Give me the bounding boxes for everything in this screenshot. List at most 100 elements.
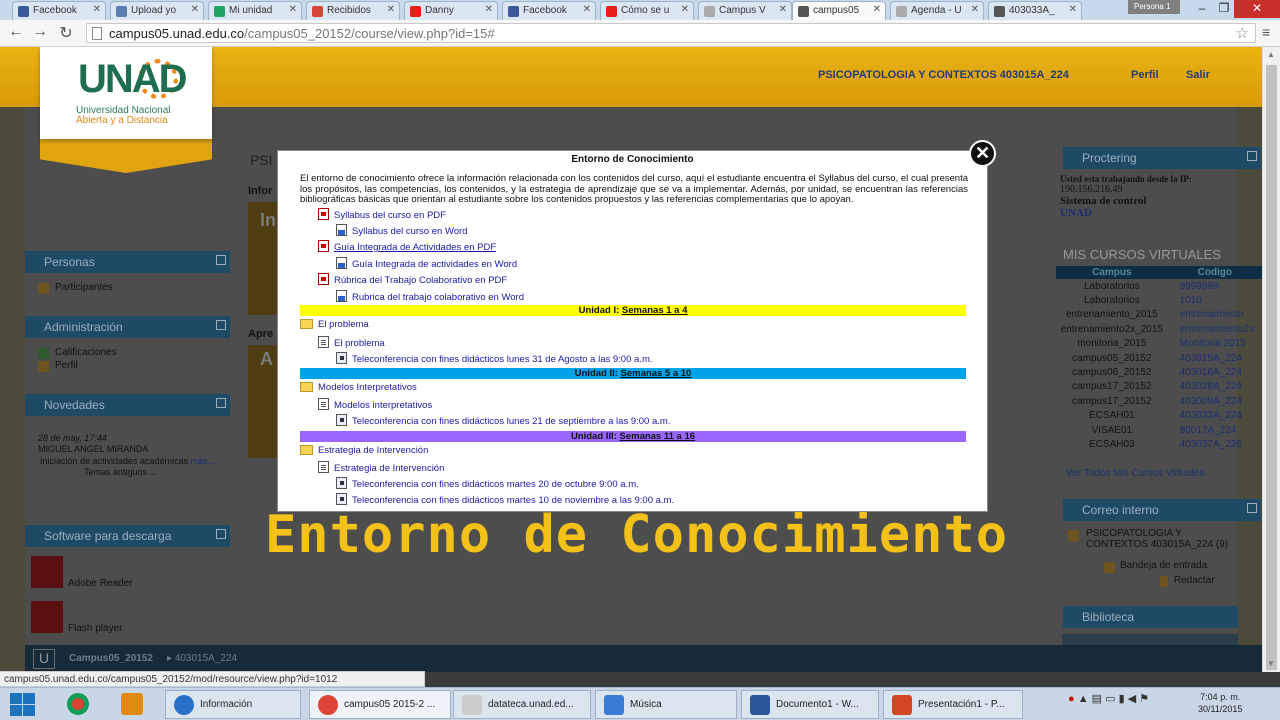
taskbar-item-chrome[interactable]: campus05 2015-2 ... <box>309 690 451 719</box>
browser-tab-active[interactable]: campus05 ✕ <box>792 1 886 21</box>
rubric-word-link[interactable]: Rubrica del trabajo colaborativo en Word <box>336 290 524 303</box>
footer-code-link[interactable]: ▸ 403015A_224 <box>167 653 237 664</box>
all-courses-link[interactable]: Ver Todos Mis Cursos Virtuales <box>1066 468 1205 479</box>
unit-3-session-link[interactable]: Teleconferencia con fines didácticos mar… <box>336 493 674 506</box>
syllabus-pdf-link[interactable]: Syllabus del curso en PDF <box>318 208 446 221</box>
course-code-link[interactable]: 80017A_224 <box>1168 423 1262 437</box>
profile-link[interactable]: Perfil <box>55 360 78 371</box>
guide-pdf-link[interactable]: Guía Integrada de Actividades en PDF <box>318 240 496 253</box>
participants-link[interactable]: Participantes <box>55 282 113 293</box>
mail-course-link[interactable]: PSICOPATOLOGIA Y CONTEXTOS 403015A_224 (… <box>1086 528 1246 550</box>
close-tab-icon[interactable]: ✕ <box>387 4 395 15</box>
unit-2-folder[interactable]: Modelos Interpretativos <box>300 382 417 393</box>
close-window-icon[interactable]: ✕ <box>1234 0 1280 18</box>
signal-icon[interactable]: ▮ <box>1119 693 1125 705</box>
unit-weeks-link[interactable]: Semanas 11 a 16 <box>620 431 696 442</box>
course-code-link[interactable]: 403015A_224 <box>1168 351 1262 365</box>
browser-tab[interactable]: Facebook ✕ <box>12 1 106 20</box>
course-code-link[interactable]: entrenamiento2x <box>1168 322 1262 336</box>
adobe-reader-link[interactable]: Adobe Reader <box>68 578 133 589</box>
grades-link[interactable]: Calificaciones <box>55 347 117 358</box>
collapse-icon[interactable] <box>216 255 226 265</box>
guide-word-link[interactable]: Guía Integrada de actividades en Word <box>336 257 517 270</box>
close-tab-icon[interactable]: ✕ <box>681 4 689 15</box>
collapse-icon[interactable] <box>216 320 226 330</box>
forward-icon[interactable]: → <box>30 23 50 41</box>
taskbar-item-musica[interactable]: Música <box>595 690 737 719</box>
media-player-pin[interactable] <box>110 690 154 719</box>
flag-icon[interactable]: ⚑ <box>1139 693 1149 705</box>
compose-link[interactable]: Redactar <box>1174 575 1215 586</box>
close-tab-icon[interactable]: ✕ <box>583 4 591 15</box>
browser-tab[interactable]: 403033A_ ✕ <box>988 1 1082 20</box>
browser-tab[interactable]: Danny ✕ <box>404 1 498 20</box>
course-code-link[interactable]: 9999999 <box>1168 279 1262 293</box>
browser-tab[interactable]: Facebook ✕ <box>502 1 596 20</box>
tray-arrow-icon[interactable]: ▲ <box>1078 693 1089 705</box>
close-tab-icon[interactable]: ✕ <box>485 4 493 15</box>
unit-1-page-link[interactable]: El problema <box>318 336 385 349</box>
close-tab-icon[interactable]: ✕ <box>971 4 979 15</box>
nav-profile-link[interactable]: Perfil <box>1131 69 1159 81</box>
taskbar-item-powerpoint[interactable]: Presentación1 - P... <box>883 690 1023 719</box>
adobe-reader-icon[interactable] <box>31 556 63 588</box>
course-code-link[interactable]: Monitoria 2015 <box>1168 337 1262 351</box>
learn-thumbnail[interactable]: A <box>248 345 278 458</box>
reload-icon[interactable]: ↻ <box>56 23 76 43</box>
unit-3-session-link[interactable]: Teleconferencia con fines didácticos mar… <box>336 477 639 490</box>
scroll-down-icon[interactable]: ▼ <box>1267 659 1275 668</box>
back-icon[interactable]: ← <box>6 23 26 41</box>
old-topics-link[interactable]: Temas antiguos ... <box>84 467 157 477</box>
system-tray[interactable]: ● ▲ ▤ ▭ ▮ ◀ ⚑ <box>1068 692 1149 705</box>
course-code-link[interactable]: 403033A_224 <box>1168 409 1262 423</box>
course-code-link[interactable]: 403037A_226 <box>1168 437 1262 451</box>
profile-badge[interactable]: Persona 1 <box>1128 0 1180 14</box>
unit-1-folder[interactable]: El problema <box>300 319 369 330</box>
close-tab-icon[interactable]: ✕ <box>93 4 101 15</box>
browser-tab[interactable]: Agenda - U ✕ <box>890 1 984 20</box>
syllabus-word-link[interactable]: Syllabus del curso en Word <box>336 224 467 237</box>
page-scrollbar[interactable]: ▲ ▼ <box>1262 47 1280 672</box>
browser-tab[interactable]: Recibidos ✕ <box>306 1 400 20</box>
news-more-link[interactable]: más... <box>191 456 216 466</box>
flash-player-link[interactable]: Flash player <box>68 623 122 634</box>
volume-icon[interactable]: ◀ <box>1128 693 1136 705</box>
unit-2-session-link[interactable]: Teleconferencia con fines didácticos lun… <box>336 414 670 427</box>
modal-close-button[interactable]: ✕ <box>969 140 996 167</box>
info-thumbnail[interactable]: In <box>248 202 278 315</box>
unit-weeks-link[interactable]: Semanas 1 a 4 <box>622 305 688 316</box>
course-code-link[interactable]: entrenamiento <box>1168 308 1262 322</box>
close-tab-icon[interactable]: ✕ <box>873 4 881 15</box>
close-tab-icon[interactable]: ✕ <box>191 4 199 15</box>
network-status-icon[interactable]: ▤ <box>1092 693 1102 705</box>
inbox-link[interactable]: Bandeja de entrada <box>1120 560 1207 571</box>
unit-3-folder[interactable]: Estrategia de Intervención <box>300 445 428 456</box>
address-bar[interactable]: campus05.unad.edu.co/campus05_20152/cour… <box>86 23 1256 43</box>
start-button[interactable] <box>8 692 38 718</box>
collapse-icon[interactable] <box>1247 503 1257 513</box>
page-info-icon[interactable] <box>92 27 102 40</box>
browser-tab[interactable]: Cómo se u ✕ <box>600 1 694 20</box>
course-code-link[interactable]: 403016A_224 <box>1168 365 1262 379</box>
course-code-link[interactable]: 403009A_224 <box>1168 394 1262 408</box>
close-tab-icon[interactable]: ✕ <box>1069 4 1077 15</box>
battery-icon[interactable]: ▭ <box>1105 693 1115 705</box>
scroll-up-icon[interactable]: ▲ <box>1267 50 1275 59</box>
scroll-thumb[interactable] <box>1266 65 1277 670</box>
browser-menu-icon[interactable]: ≡ <box>1262 24 1270 40</box>
antivirus-icon[interactable]: ● <box>1068 693 1075 705</box>
browser-tab[interactable]: Upload yo ✕ <box>110 1 204 20</box>
course-code-link[interactable]: 403028A_224 <box>1168 380 1262 394</box>
collapse-icon[interactable] <box>216 529 226 539</box>
browser-tab[interactable]: Mi unidad ✕ <box>208 1 302 20</box>
unit-1-session-link[interactable]: Teleconferencia con fines didácticos lun… <box>336 352 653 365</box>
unad-logo[interactable]: UNAD Universidad Nacional Abierta y a Di… <box>40 47 212 139</box>
unit-weeks-link[interactable]: Semanas 5 a 10 <box>621 368 692 379</box>
bookmark-star-icon[interactable]: ☆ <box>1236 24 1249 42</box>
collapse-icon[interactable] <box>216 398 226 408</box>
browser-tab[interactable]: Campus V ✕ <box>698 1 792 20</box>
close-tab-icon[interactable]: ✕ <box>289 4 297 15</box>
clock[interactable]: 7:04 p. m. 30/11/2015 <box>1198 691 1242 715</box>
taskbar-item-datateca[interactable]: datateca.unad.ed... <box>453 690 591 719</box>
chrome-pin[interactable] <box>56 690 100 719</box>
